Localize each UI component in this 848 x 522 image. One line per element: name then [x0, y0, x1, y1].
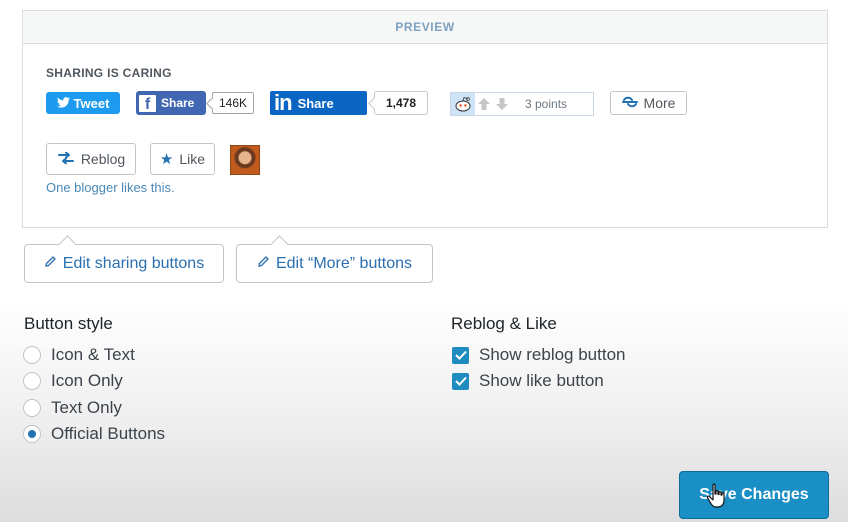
avatar[interactable] [230, 145, 260, 175]
checkbox-label: Show like button [479, 371, 604, 390]
radio-button[interactable] [23, 399, 41, 417]
radio-label: Icon & Text [51, 345, 135, 364]
radio-icon-text[interactable]: Icon & Text [23, 345, 135, 365]
reblog-label: Reblog [80, 151, 126, 167]
linkedin-share-label: Share [297, 95, 334, 111]
checkbox-checked[interactable] [452, 372, 469, 390]
linkedin-icon: in [274, 90, 293, 115]
radio-button-selected[interactable] [23, 425, 41, 443]
checkbox-show-like[interactable]: Show like button [452, 371, 604, 391]
radio-icon-only[interactable]: Icon Only [23, 371, 123, 391]
preview-content: SHARING IS CARING Tweet f Share 146K in … [22, 10, 828, 228]
pencil-icon [257, 255, 270, 273]
radio-label: Text Only [51, 398, 122, 417]
radio-official-buttons[interactable]: Official Buttons [23, 424, 165, 444]
facebook-share-button[interactable]: f Share [136, 91, 206, 115]
reddit-alien-icon [451, 93, 475, 115]
checkbox-checked[interactable] [452, 346, 469, 364]
radio-text-only[interactable]: Text Only [23, 398, 122, 418]
radio-label: Official Buttons [51, 424, 166, 443]
likes-count-text: One blogger likes this. [46, 180, 175, 195]
facebook-share-label: Share [161, 96, 195, 110]
edit-sharing-buttons[interactable]: Edit sharing buttons [24, 244, 224, 283]
reddit-points: 3 points [525, 97, 568, 111]
button-style-title: Button style [24, 314, 113, 333]
like-label: Like [179, 151, 206, 167]
more-share-button[interactable]: More [610, 91, 687, 115]
reblog-icon [57, 151, 75, 167]
more-label: More [643, 95, 676, 111]
radio-button[interactable] [23, 372, 41, 390]
checkbox-label: Show reblog button [479, 345, 626, 364]
twitter-bird-icon [56, 96, 70, 111]
radio-button[interactable] [23, 346, 41, 364]
upvote-icon[interactable] [475, 93, 493, 115]
tweet-button[interactable]: Tweet [46, 92, 120, 114]
tweet-label: Tweet [73, 95, 110, 111]
radio-label: Icon Only [51, 371, 123, 390]
linkedin-share-count: 1,478 [374, 91, 428, 115]
reblog-like-title: Reblog & Like [451, 314, 557, 333]
sharing-heading: SHARING IS CARING [46, 66, 172, 80]
edit-sharing-label: Edit sharing buttons [62, 254, 205, 272]
downvote-icon[interactable] [493, 93, 511, 115]
pencil-icon [44, 255, 57, 273]
star-icon: ★ [159, 151, 174, 168]
hand-cursor-icon [706, 483, 728, 514]
checkbox-show-reblog[interactable]: Show reblog button [452, 345, 626, 365]
like-button[interactable]: ★ Like [150, 143, 215, 175]
facebook-icon: f [139, 94, 156, 112]
reblog-button[interactable]: Reblog [46, 143, 136, 175]
more-share-icon [621, 95, 638, 111]
edit-more-buttons[interactable]: Edit “More” buttons [236, 244, 433, 283]
linkedin-share-button[interactable]: in Share [270, 91, 367, 115]
reddit-widget[interactable]: 3 points [450, 92, 594, 116]
facebook-share-count: 146K [212, 92, 254, 114]
save-changes-button[interactable]: Save Changes [679, 471, 829, 519]
edit-more-label: Edit “More” buttons [275, 254, 413, 272]
